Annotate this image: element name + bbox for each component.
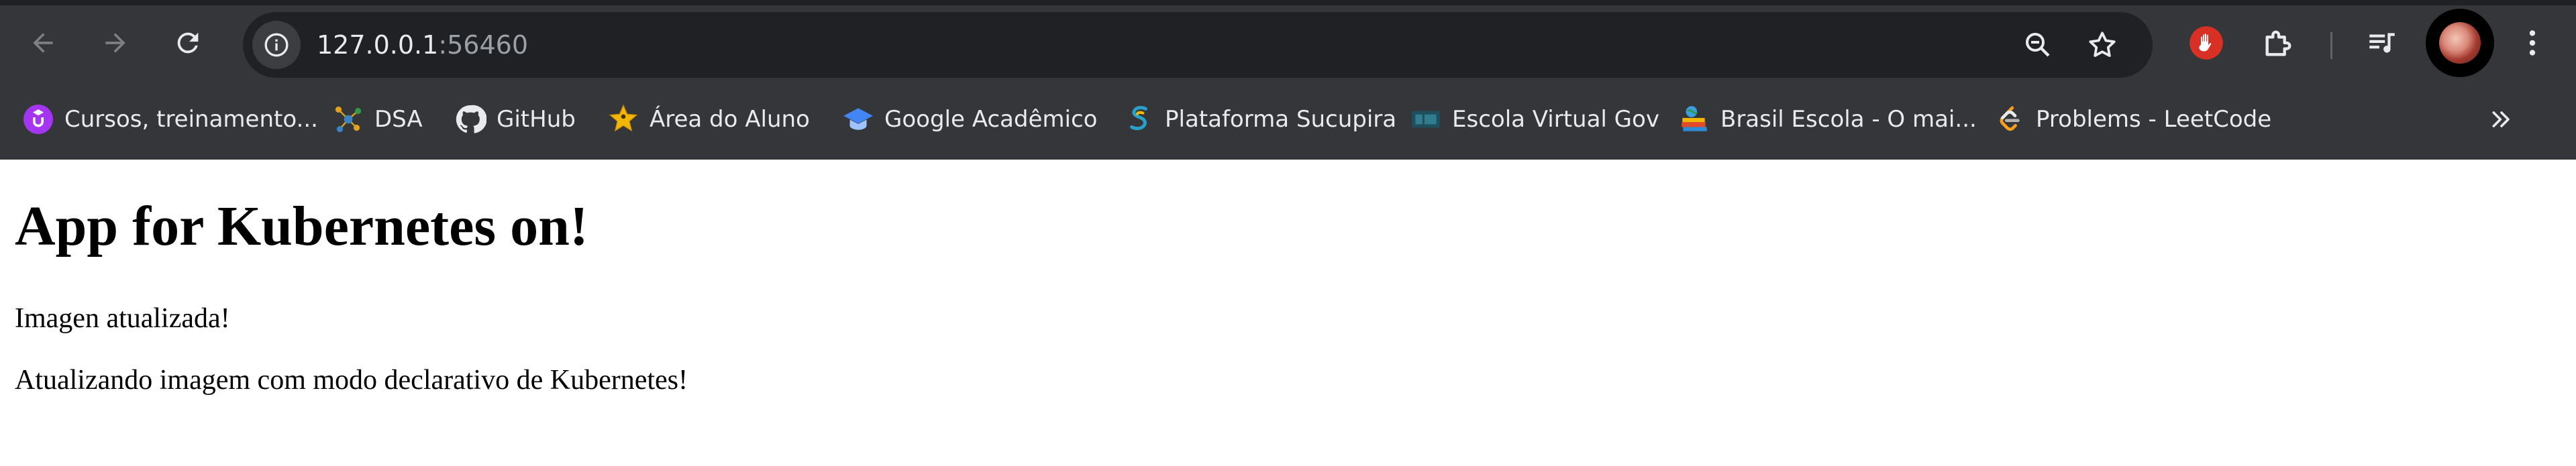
back-button[interactable] (15, 15, 71, 71)
bookmark-label: Google Acadêmico (884, 106, 1098, 133)
browser-chrome: 127.0.0.1:56460 Cursos, treinamento... D… (0, 0, 2576, 160)
site-info-button[interactable] (252, 21, 301, 69)
bookmark-item[interactable]: Escola Virtual Gov (1402, 95, 1666, 143)
zoom-button[interactable] (2014, 21, 2061, 68)
bookmark-item[interactable]: Brasil Escola - O mai... (1671, 95, 1983, 143)
reload-icon (177, 32, 199, 54)
address-bar[interactable]: 127.0.0.1:56460 (243, 12, 2153, 78)
browser-toolbar: 127.0.0.1:56460 (0, 5, 2576, 80)
url-text[interactable]: 127.0.0.1:56460 (317, 12, 528, 78)
info-icon (264, 33, 289, 57)
bookmark-label: DSA (374, 106, 423, 133)
url-host: 127.0.0.1 (317, 30, 439, 60)
dsa-icon (331, 103, 365, 136)
graduation-cap-icon (841, 103, 875, 136)
puzzle-piece-icon (2265, 30, 2291, 56)
page-content: App for Kubernetes on! Imagen atualizada… (0, 160, 2576, 466)
description-text: Atualizando imagem com modo declarativo … (15, 365, 688, 396)
zoom-out-icon (2026, 33, 2050, 57)
media-controls-button[interactable] (2354, 15, 2410, 71)
extension-button[interactable] (2178, 15, 2234, 71)
ev-gov-icon (1409, 103, 1443, 136)
bookmark-item[interactable]: DSA (325, 95, 429, 143)
sucupira-icon (1122, 103, 1155, 136)
forward-button[interactable] (87, 15, 144, 71)
bookmark-item[interactable]: Cursos, treinamento... (15, 95, 325, 143)
kebab-menu-icon (2529, 30, 2536, 56)
arrow-left-icon (33, 33, 53, 53)
bookmark-label: Plataforma Sucupira (1165, 106, 1397, 133)
extensions-button[interactable] (2251, 15, 2307, 71)
tab-strip-edge (0, 0, 2576, 5)
double-chevron-right-icon (2492, 111, 2510, 127)
bookmark-item[interactable]: Google Acadêmico (835, 95, 1104, 143)
udemy-icon (21, 103, 55, 136)
profile-button[interactable] (2426, 9, 2494, 77)
avatar (2439, 22, 2481, 64)
bookmark-item[interactable]: Problems - LeetCode (1986, 95, 2278, 143)
bookmark-star-button[interactable] (2079, 21, 2126, 68)
bookmark-item[interactable]: Área do Aluno (600, 95, 817, 143)
arrow-right-icon (105, 33, 125, 53)
status-text: Imagen atualizada! (15, 303, 230, 334)
bookmark-item[interactable]: GitHub (447, 95, 582, 143)
url-port: :56460 (438, 30, 528, 60)
brasil-escola-icon (1678, 103, 1711, 136)
page-title: App for Kubernetes on! (15, 195, 588, 257)
playlist-icon (2369, 33, 2395, 53)
star-icon (2089, 32, 2116, 57)
bookmark-label: Cursos, treinamento... (64, 106, 318, 133)
reload-button[interactable] (160, 15, 216, 71)
github-icon (454, 103, 487, 136)
star-person-icon (607, 103, 640, 136)
more-bookmarks-button[interactable] (2477, 95, 2526, 143)
bookmark-label: Escola Virtual Gov (1452, 106, 1659, 133)
browser-menu-button[interactable] (2504, 15, 2561, 71)
red-hand-extension-icon (2189, 26, 2223, 60)
bookmark-label: Problems - LeetCode (2036, 106, 2272, 133)
leetcode-icon (1993, 103, 2026, 136)
bookmark-label: GitHub (497, 106, 576, 133)
bookmark-label: Área do Aluno (650, 106, 810, 133)
bookmark-item[interactable]: Plataforma Sucupira (1115, 95, 1403, 143)
toolbar-divider (2330, 32, 2332, 59)
bookmarks-bar: Cursos, treinamento... DSA GitHub Área d… (0, 80, 2576, 160)
bookmark-label: Brasil Escola - O mai... (1720, 106, 1977, 133)
